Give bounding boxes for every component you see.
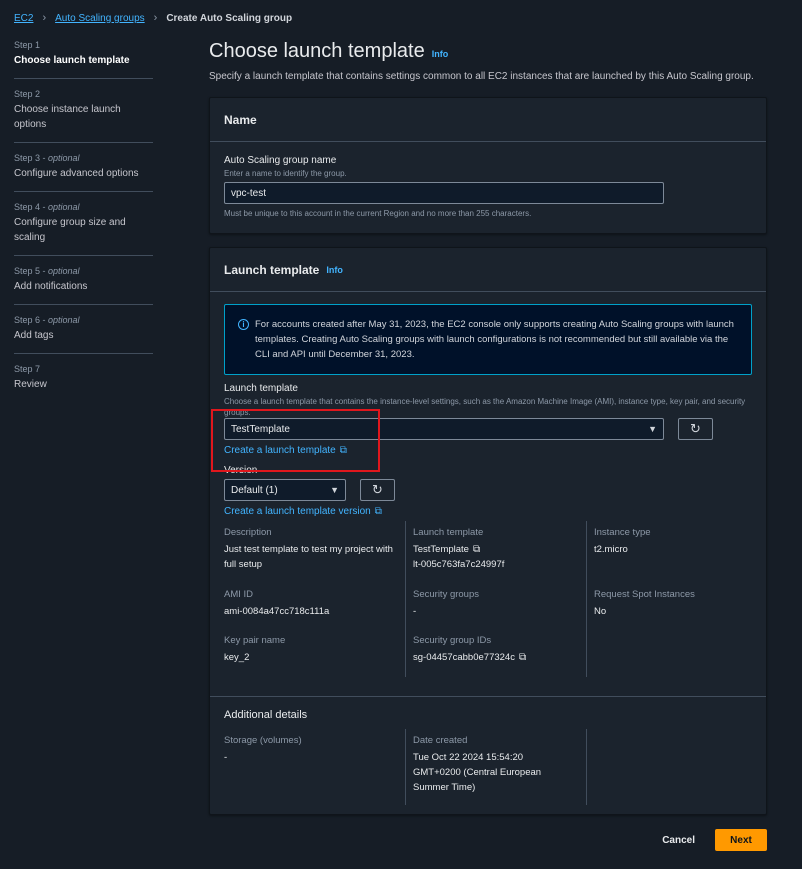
additional-details: Additional details Storage (volumes) - Da… xyxy=(210,696,766,805)
create-template-version-link[interactable]: Create a launch template version ⧉ xyxy=(224,506,752,517)
launch-template-panel: Launch template Info i For accounts crea… xyxy=(209,247,767,815)
step-number: Step 7 xyxy=(14,364,41,374)
detail-key: Security groups xyxy=(413,589,480,600)
field-constraint: Must be unique to this account in the cu… xyxy=(224,209,532,218)
step-title: Review xyxy=(14,379,47,390)
breadcrumb-current: Create Auto Scaling group xyxy=(166,12,293,24)
field-hint: Enter a name to identify the group. xyxy=(224,169,347,178)
info-circle-icon: i xyxy=(238,319,249,330)
field-label: Launch template xyxy=(224,383,298,394)
breadcrumb-asg-link[interactable]: Auto Scaling groups xyxy=(55,13,145,24)
info-link[interactable]: Info xyxy=(326,265,343,275)
detail-key: Request Spot Instances xyxy=(594,589,695,600)
detail-value: - xyxy=(224,752,228,763)
panel-heading: Launch template Info xyxy=(210,248,766,292)
step-3[interactable]: Step 3 - optional Configure advanced opt… xyxy=(14,153,153,192)
step-number: Step 1 xyxy=(14,40,41,50)
step-title: Choose launch template xyxy=(14,55,130,66)
additional-heading: Additional details xyxy=(224,709,308,721)
detail-value: Just test template to test my project wi… xyxy=(224,544,393,570)
caret-down-icon: ▼ xyxy=(330,485,339,495)
detail-key: Storage (volumes) xyxy=(224,735,302,746)
step-1[interactable]: Step 1 Choose launch template xyxy=(14,40,153,79)
step-title: Add notifications xyxy=(14,281,88,292)
breadcrumb: EC2 › Auto Scaling groups › Create Auto … xyxy=(14,12,292,24)
footer-actions: Cancel Next xyxy=(662,829,767,851)
refresh-icon: ↻ xyxy=(372,482,383,497)
detail-key: Instance type xyxy=(594,527,651,538)
annotation-highlight-box xyxy=(211,409,380,472)
detail-value: ami-0084a47cc718c111a xyxy=(224,606,330,617)
wizard-steps: Step 1 Choose launch template Step 2 Cho… xyxy=(14,40,153,412)
external-link-icon: ⧉ xyxy=(472,544,481,555)
external-link-icon: ⧉ xyxy=(374,506,382,517)
chevron-right-icon: › xyxy=(42,12,47,24)
chevron-right-icon: › xyxy=(153,12,158,24)
asg-name-input[interactable]: vpc-test xyxy=(224,182,664,204)
panel-heading: Name xyxy=(210,98,766,142)
step-number: Step 2 xyxy=(14,89,41,99)
security-group-link[interactable]: sg-04457cabb0e77324c ⧉ xyxy=(413,650,586,665)
refresh-templates-button[interactable]: ↻ xyxy=(678,418,713,440)
refresh-versions-button[interactable]: ↻ xyxy=(360,479,395,501)
step-title: Configure group size and scaling xyxy=(14,217,126,243)
step-number: Step 3 - optional xyxy=(14,153,80,163)
field-label: Auto Scaling group name xyxy=(224,155,337,166)
caret-down-icon: ▼ xyxy=(648,424,657,434)
info-alert: i For accounts created after May 31, 202… xyxy=(224,304,752,375)
detail-value: Tue Oct 22 2024 15:54:20 GMT+0200 (Centr… xyxy=(413,752,542,793)
template-details: Description Just test template to test my… xyxy=(224,521,752,681)
detail-key: Launch template xyxy=(413,527,484,538)
detail-key: Description xyxy=(224,527,272,538)
name-panel: Name Auto Scaling group name Enter a nam… xyxy=(209,97,767,234)
detail-value: t2.micro xyxy=(594,544,628,555)
template-link[interactable]: TestTemplate ⧉ xyxy=(413,542,586,557)
external-link-icon: ⧉ xyxy=(518,652,527,663)
step-6[interactable]: Step 6 - optional Add tags xyxy=(14,315,153,354)
detail-key: Security group IDs xyxy=(413,635,492,646)
detail-key: Key pair name xyxy=(224,635,286,646)
detail-key: AMI ID xyxy=(224,589,254,600)
page-title: Choose launch template Info xyxy=(209,40,449,62)
version-select[interactable]: Default (1) ▼ xyxy=(224,479,346,501)
main-content: Choose launch template Info Specify a la… xyxy=(209,40,767,815)
detail-value: No xyxy=(594,606,607,617)
step-number: Step 6 - optional xyxy=(14,315,80,325)
step-7[interactable]: Step 7 Review xyxy=(14,364,153,402)
detail-value: lt-005c763fa7c24997f xyxy=(413,559,505,570)
detail-value: - xyxy=(413,606,417,617)
step-5[interactable]: Step 5 - optional Add notifications xyxy=(14,266,153,305)
step-title: Configure advanced options xyxy=(14,168,139,179)
breadcrumb-ec2-link[interactable]: EC2 xyxy=(14,13,33,24)
detail-value: key_2 xyxy=(224,652,250,663)
info-link[interactable]: Info xyxy=(432,49,449,59)
step-title: Add tags xyxy=(14,330,54,341)
page-description: Specify a launch template that contains … xyxy=(209,71,754,82)
refresh-icon: ↻ xyxy=(690,421,701,436)
step-title: Choose instance launch options xyxy=(14,104,121,130)
cancel-button[interactable]: Cancel xyxy=(662,835,695,846)
detail-key: Date created xyxy=(413,735,468,746)
step-4[interactable]: Step 4 - optional Configure group size a… xyxy=(14,202,153,256)
step-2[interactable]: Step 2 Choose instance launch options xyxy=(14,89,153,143)
step-number: Step 4 - optional xyxy=(14,202,80,212)
next-button[interactable]: Next xyxy=(715,829,767,851)
step-number: Step 5 - optional xyxy=(14,266,80,276)
